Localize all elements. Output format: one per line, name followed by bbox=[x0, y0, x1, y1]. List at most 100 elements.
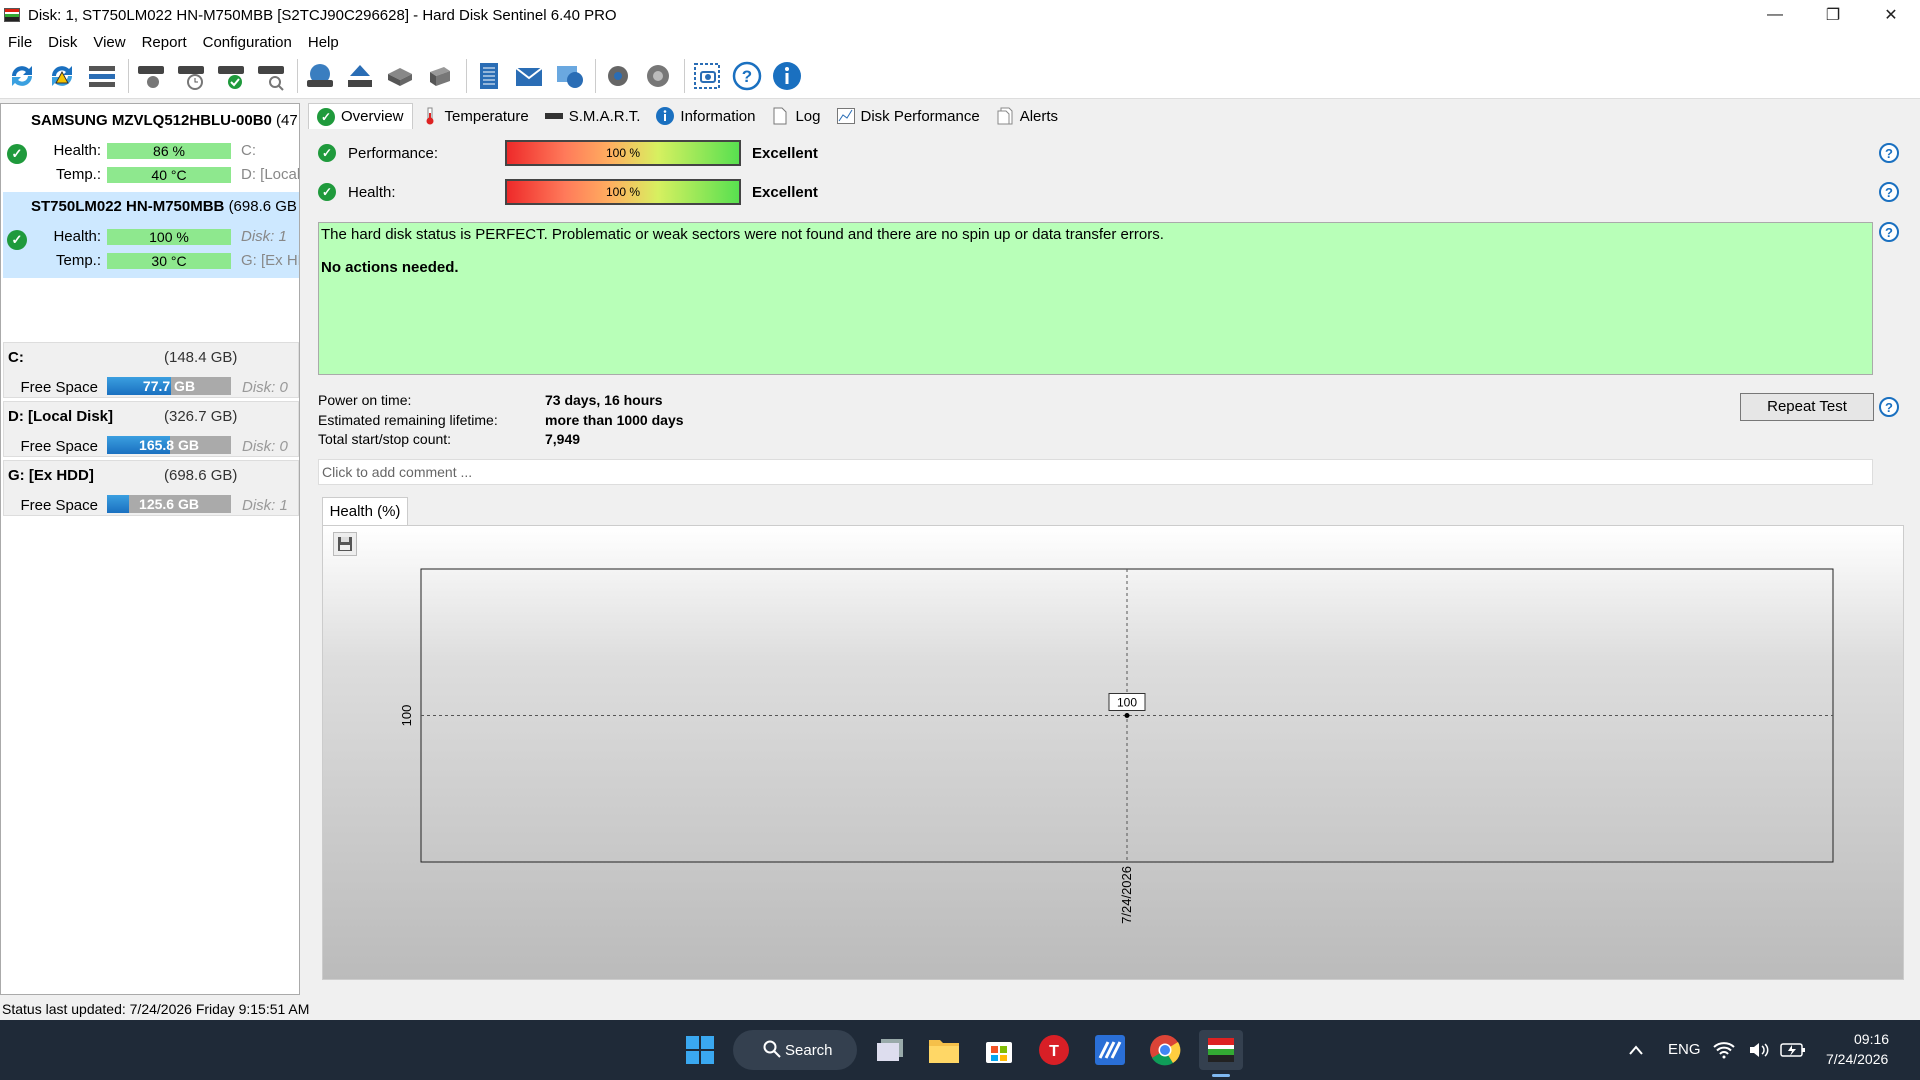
clock-date[interactable]: 7/24/2026 bbox=[1826, 1051, 1888, 1067]
screenshot-icon[interactable] bbox=[689, 58, 725, 94]
comment-field[interactable]: Click to add comment ... bbox=[318, 459, 1873, 485]
disk-globe-icon[interactable] bbox=[302, 58, 338, 94]
help-icon[interactable]: ? bbox=[1879, 182, 1899, 202]
volume-size: (148.4 GB) bbox=[164, 349, 238, 366]
task-view-icon[interactable] bbox=[870, 1030, 910, 1070]
power-on-label: Power on time: bbox=[318, 392, 412, 408]
report-icon[interactable] bbox=[471, 58, 507, 94]
disk-zoom-icon[interactable] bbox=[253, 58, 289, 94]
file-explorer-icon[interactable] bbox=[924, 1030, 964, 1070]
check-icon: ✓ bbox=[318, 144, 336, 162]
info-icon[interactable] bbox=[769, 58, 805, 94]
free-space-label: Free Space bbox=[20, 438, 98, 455]
clock-time[interactable]: 09:16 bbox=[1854, 1031, 1889, 1047]
close-button[interactable]: ✕ bbox=[1862, 0, 1920, 30]
menu-help[interactable]: Help bbox=[300, 34, 347, 51]
sound-icon[interactable] bbox=[640, 58, 676, 94]
chart-y-tick-label: 100 bbox=[399, 705, 414, 727]
disk-ok-icon[interactable] bbox=[213, 58, 249, 94]
tab-log[interactable]: Log bbox=[763, 103, 828, 129]
log-icon bbox=[771, 107, 789, 125]
disk-search-icon[interactable] bbox=[133, 58, 169, 94]
taskbar-search[interactable]: Search bbox=[733, 1030, 857, 1070]
toolbar-separator bbox=[297, 59, 298, 93]
disk-card-0[interactable]: SAMSUNG MZVLQ512HBLU-00B0 (47 ✓ Health: … bbox=[3, 106, 299, 192]
power-on-value: 73 days, 16 hours bbox=[545, 392, 663, 408]
chrome-icon[interactable] bbox=[1145, 1030, 1185, 1070]
start-icon[interactable] bbox=[680, 1030, 720, 1070]
start-stop-label: Total start/stop count: bbox=[318, 431, 452, 447]
tab-health-chart[interactable]: Health (%) bbox=[322, 497, 408, 525]
overview-panel: ✓ Performance: 100 % Excellent ? ✓ Healt… bbox=[308, 129, 1920, 995]
window-title: Disk: 1, ST750LM022 HN-M750MBB [S2TCJ90C… bbox=[28, 6, 617, 24]
help-icon[interactable]: ? bbox=[1879, 397, 1899, 417]
disk-drive-icon[interactable] bbox=[422, 58, 458, 94]
health-label: Health: bbox=[348, 183, 396, 201]
eject-icon[interactable] bbox=[342, 58, 378, 94]
disk-schedule-icon[interactable] bbox=[173, 58, 209, 94]
svg-text:T: T bbox=[1049, 1043, 1059, 1060]
free-space-label: Free Space bbox=[20, 497, 98, 514]
health-bar: 86 % bbox=[107, 143, 231, 159]
wifi-icon[interactable] bbox=[1710, 1030, 1738, 1070]
performance-rating: Excellent bbox=[752, 144, 818, 162]
disk-list-icon[interactable] bbox=[84, 58, 120, 94]
disk-card-1[interactable]: ST750LM022 HN-M750MBB (698.6 GB ✓ Health… bbox=[3, 192, 299, 278]
volume-icon[interactable] bbox=[1746, 1030, 1774, 1070]
tab-information[interactable]: Information bbox=[648, 103, 763, 129]
volume-d[interactable]: D: [Local Disk] (326.7 GB) Free Space 16… bbox=[3, 401, 299, 457]
refresh-warning-icon[interactable] bbox=[44, 58, 80, 94]
temp-bar: 40 °C bbox=[107, 167, 231, 183]
tab-overview[interactable]: ✓ Overview bbox=[308, 103, 413, 129]
partition-label: G: [Ex HD bbox=[241, 252, 299, 269]
app-m-icon[interactable] bbox=[1090, 1030, 1130, 1070]
partition-label: D: [Local bbox=[241, 166, 299, 183]
battery-icon[interactable] bbox=[1778, 1030, 1808, 1070]
status-description: The hard disk status is PERFECT. Problem… bbox=[318, 222, 1873, 375]
toolbar-separator bbox=[466, 59, 467, 93]
tab-alerts[interactable]: Alerts bbox=[988, 103, 1066, 129]
repeat-test-button[interactable]: Repeat Test bbox=[1740, 393, 1874, 421]
store-icon[interactable] bbox=[979, 1030, 1019, 1070]
status-text: The hard disk status is PERFECT. Problem… bbox=[321, 226, 1164, 243]
menu-report[interactable]: Report bbox=[134, 34, 195, 51]
tab-disk-performance[interactable]: Disk Performance bbox=[829, 103, 988, 129]
settings-icon[interactable] bbox=[600, 58, 636, 94]
mail-icon[interactable] bbox=[511, 58, 547, 94]
chevron-up-icon[interactable] bbox=[1616, 1030, 1656, 1070]
free-space-bar: 125.6 GB bbox=[107, 495, 231, 513]
action-text: No actions needed. bbox=[321, 259, 459, 276]
hdsentinel-taskbar-icon[interactable] bbox=[1199, 1030, 1243, 1070]
refresh-icon[interactable] bbox=[4, 58, 40, 94]
performance-label: Performance: bbox=[348, 144, 439, 162]
web-icon[interactable] bbox=[551, 58, 587, 94]
tab-smart[interactable]: S.M.A.R.T. bbox=[537, 103, 649, 129]
menu-configuration[interactable]: Configuration bbox=[195, 34, 300, 51]
volume-g[interactable]: G: [Ex HDD] (698.6 GB) Free Space 125.6 … bbox=[3, 460, 299, 516]
disk-health-row: Health: 100 % Disk: 1 bbox=[3, 228, 299, 246]
app-t-icon[interactable]: T bbox=[1034, 1030, 1074, 1070]
health-bar: 100 % bbox=[505, 179, 741, 205]
chart-data-label: 100 bbox=[1117, 696, 1137, 710]
minimize-button[interactable]: — bbox=[1746, 0, 1804, 30]
restore-button[interactable]: ❐ bbox=[1804, 0, 1862, 30]
menu-bar: File Disk View Report Configuration Help bbox=[0, 30, 1920, 54]
help-icon[interactable]: ? bbox=[1879, 222, 1899, 242]
health-bar: 100 % bbox=[107, 229, 231, 245]
status-bar: Status last updated: 7/24/2026 Friday 9:… bbox=[2, 1001, 310, 1017]
menu-view[interactable]: View bbox=[85, 34, 133, 51]
network-disk-icon[interactable] bbox=[382, 58, 418, 94]
tab-temperature[interactable]: Temperature bbox=[413, 103, 537, 129]
disk-panel: SAMSUNG MZVLQ512HBLU-00B0 (47 ✓ Health: … bbox=[0, 103, 300, 995]
menu-disk[interactable]: Disk bbox=[40, 34, 85, 51]
volume-c[interactable]: C: (148.4 GB) Free Space 77.7 GB Disk: 0 bbox=[3, 342, 299, 398]
help-icon[interactable]: ? bbox=[729, 58, 765, 94]
search-icon bbox=[763, 1040, 781, 1062]
info-icon bbox=[656, 107, 675, 125]
volume-size: (326.7 GB) bbox=[164, 408, 238, 425]
menu-file[interactable]: File bbox=[0, 34, 40, 51]
volume-disk: Disk: 1 bbox=[242, 497, 288, 514]
help-icon[interactable]: ? bbox=[1879, 143, 1899, 163]
partition-label: C: bbox=[241, 142, 256, 159]
language-indicator[interactable]: ENG bbox=[1668, 1041, 1701, 1058]
